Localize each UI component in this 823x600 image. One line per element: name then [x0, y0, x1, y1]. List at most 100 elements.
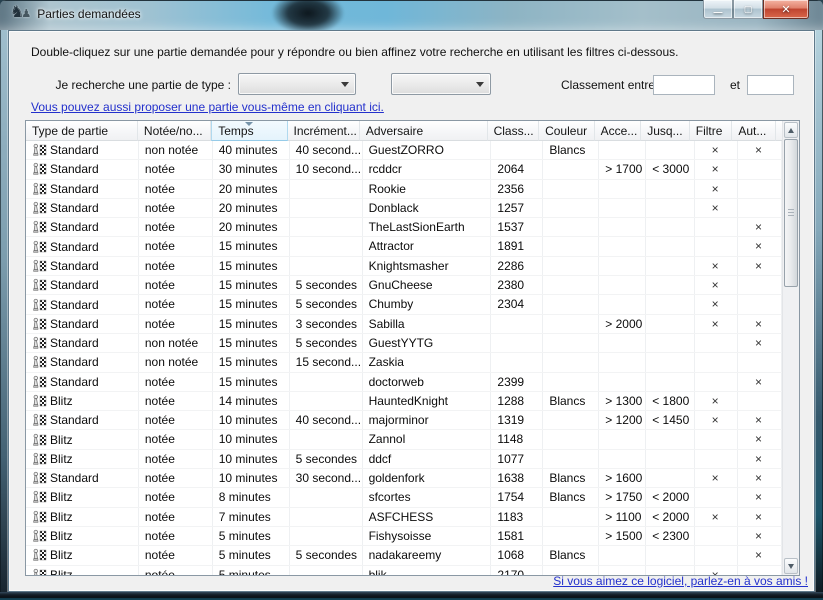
table-row[interactable]: Standardnotée15 minutes5 secondesGnuChee…	[26, 276, 782, 295]
cell-rated: notée	[139, 488, 213, 506]
cell-up_to	[646, 180, 695, 198]
column-header-up_to[interactable]: Jusq...	[641, 121, 690, 141]
table-row[interactable]: Blitznotée5 minutesFishysoisse1581> 1500…	[26, 527, 782, 546]
table-row[interactable]: Blitznotée10 minutes5 secondesddcf1077×	[26, 450, 782, 469]
table-row[interactable]: Standardnon notée15 minutes15 second...Z…	[26, 353, 782, 372]
maximize-button[interactable]: ▢	[733, 0, 763, 19]
table-row[interactable]: Standardnotée15 minutes5 secondesChumby2…	[26, 295, 782, 314]
table-row[interactable]: Standardnotée20 minutesDonblack1257×	[26, 199, 782, 218]
table-row[interactable]: Standardnon notée40 minutes40 second...G…	[26, 141, 782, 160]
game-type-label: Standard	[50, 278, 99, 292]
cell-color	[543, 199, 599, 217]
column-header-accepts_from[interactable]: Acce...	[595, 121, 642, 141]
cell-accepts_from: > 1300	[599, 392, 646, 410]
rating-min-input[interactable]	[653, 75, 715, 95]
cell-auto: ×	[738, 218, 782, 236]
table-row[interactable]: Standardnotée10 minutes40 second...major…	[26, 411, 782, 430]
cell-time: 15 minutes	[213, 373, 290, 391]
column-header-label: Type de partie	[32, 124, 108, 138]
cell-up_to	[646, 353, 695, 371]
table-row[interactable]: Standardnotée15 minutesAttractor1891×	[26, 237, 782, 256]
cell-increment	[290, 508, 363, 526]
table-row[interactable]: Standardnotée20 minutesRookie2356×	[26, 180, 782, 199]
column-header-auto[interactable]: Aut...	[732, 121, 776, 141]
cell-type: Standard	[26, 141, 139, 159]
cell-rating	[491, 353, 543, 371]
title-bar[interactable]: ♞♟ Parties demandées — ▢ ✕	[0, 0, 823, 31]
table-row[interactable]: Standardnotée15 minutesKnightsmasher2286…	[26, 257, 782, 276]
table-row[interactable]: Standardnotée15 minutesdoctorweb2399×	[26, 373, 782, 392]
cell-increment: 5 secondes	[290, 295, 363, 313]
column-header-rated[interactable]: Notée/no...	[138, 121, 211, 141]
scroll-down-button[interactable]	[784, 558, 798, 574]
table-row[interactable]: Blitznotée10 minutesZannol1148×	[26, 430, 782, 449]
table-row[interactable]: Standardnon notée15 minutes5 secondesGue…	[26, 334, 782, 353]
cell-auto: ×	[738, 508, 782, 526]
cell-opponent: ddcf	[363, 450, 492, 468]
cell-rating: 1537	[491, 218, 543, 236]
arrow-down-icon	[788, 564, 794, 569]
cell-type: Standard	[26, 469, 139, 487]
cell-color	[543, 527, 599, 545]
cell-auto: ×	[738, 237, 782, 255]
cell-auto: ×	[738, 546, 782, 564]
scroll-up-button[interactable]	[784, 122, 798, 138]
column-header-opponent[interactable]: Adversaire	[360, 121, 488, 141]
table-row[interactable]: Blitznotée7 minutesASFCHESS1183> 1100< 2…	[26, 508, 782, 527]
cell-filter: ×	[695, 295, 738, 313]
cell-filter: ×	[695, 180, 738, 198]
column-header-increment[interactable]: Incrément...	[288, 121, 360, 141]
app-chess-icon: ♞♟	[10, 5, 31, 22]
table-row[interactable]: Blitznotée14 minutesHauntedKnight1288Bla…	[26, 392, 782, 411]
dialog-client-area: Double-cliquez sur une partie demandée p…	[8, 30, 815, 592]
cell-up_to: < 2000	[646, 508, 695, 526]
window-border-bottom	[0, 592, 823, 600]
vertical-scrollbar[interactable]	[782, 121, 799, 575]
cell-rating: 2286	[491, 257, 543, 275]
share-software-link[interactable]: Si vous aimez ce logiciel, parlez-en à v…	[553, 574, 808, 588]
cell-opponent: blik	[363, 566, 492, 575]
table-row[interactable]: Standardnotée10 minutes30 second...golde…	[26, 469, 782, 488]
cell-filter	[695, 353, 738, 371]
cell-up_to	[646, 430, 695, 448]
cell-rated: notée	[139, 257, 213, 275]
chess-pawn-checkerboard-icon	[32, 278, 47, 292]
cell-filter	[695, 237, 738, 255]
cell-opponent: ASFCHESS	[363, 508, 492, 526]
cell-up_to	[646, 141, 695, 159]
cell-time: 7 minutes	[213, 508, 290, 526]
maximize-icon: ▢	[744, 4, 753, 15]
cell-opponent: doctorweb	[363, 373, 492, 391]
rating-max-input[interactable]	[747, 75, 794, 95]
cell-accepts_from	[599, 237, 646, 255]
column-header-time[interactable]: Temps	[211, 121, 287, 141]
minimize-button[interactable]: —	[703, 0, 733, 19]
cell-time: 14 minutes	[213, 392, 290, 410]
cell-color	[543, 237, 599, 255]
cell-color	[543, 508, 599, 526]
game-type-combobox[interactable]	[238, 73, 356, 95]
cell-rated: notée	[139, 315, 213, 333]
column-header-type[interactable]: Type de partie	[26, 121, 138, 141]
table-row[interactable]: Standardnotée15 minutes3 secondesSabilla…	[26, 315, 782, 334]
close-button[interactable]: ✕	[763, 0, 809, 19]
cell-accepts_from: > 1750	[599, 488, 646, 506]
column-header-rating[interactable]: Class...	[488, 121, 540, 141]
table-row[interactable]: Standardnotée20 minutesTheLastSionEarth1…	[26, 218, 782, 237]
cell-rated: notée	[139, 237, 213, 255]
cell-increment	[290, 566, 363, 575]
cell-increment: 15 second...	[290, 353, 363, 371]
scrollbar-thumb[interactable]	[784, 139, 798, 287]
cell-rating: 1319	[491, 411, 543, 429]
table-row[interactable]: Blitznotée8 minutessfcortes1754Blancs> 1…	[26, 488, 782, 507]
table-row[interactable]: Standardnotée30 minutes10 second...rcddc…	[26, 160, 782, 179]
column-header-filter[interactable]: Filtre	[690, 121, 733, 141]
table-row[interactable]: Blitznotée5 minutes5 secondesnadakareemy…	[26, 546, 782, 565]
secondary-filter-combobox[interactable]	[391, 73, 491, 95]
cell-rating: 1148	[491, 430, 543, 448]
cell-opponent: Rookie	[363, 180, 492, 198]
column-header-color[interactable]: Couleur	[539, 121, 595, 141]
cell-auto: ×	[738, 373, 782, 391]
propose-game-link[interactable]: Vous pouvez aussi proposer une partie vo…	[31, 100, 384, 114]
cell-color	[543, 160, 599, 178]
